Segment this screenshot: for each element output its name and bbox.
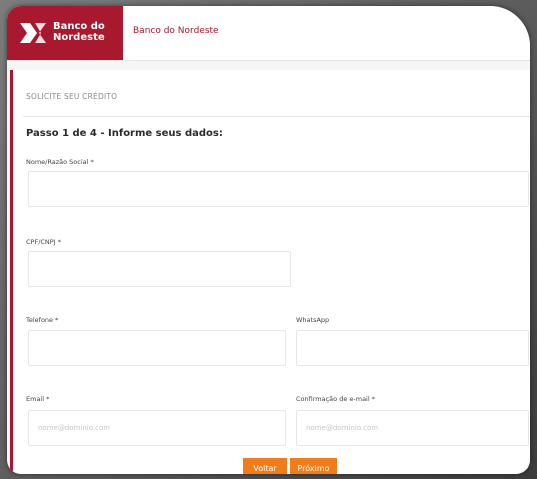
screen: Banco do Nordeste Banco do Nordeste SOLI…	[7, 6, 530, 474]
email-confirm-input[interactable]: nome@dominio.com	[296, 410, 529, 446]
step-title: Passo 1 de 4 - Informe seus dados:	[26, 128, 223, 139]
next-button[interactable]: Próximo	[290, 458, 337, 474]
logo-text: Banco do Nordeste	[53, 21, 105, 43]
logo-line-2: Nordeste	[53, 32, 105, 43]
device-frame: Banco do Nordeste Banco do Nordeste SOLI…	[0, 0, 537, 479]
email-confirm-placeholder: nome@dominio.com	[306, 424, 379, 432]
email-confirm-label: Confirmação de e-mail *	[296, 395, 375, 403]
back-button[interactable]: Voltar	[243, 458, 287, 474]
bank-logo-icon	[20, 23, 46, 43]
cpf-label: CPF/CNPJ *	[26, 238, 61, 246]
telefone-label: Telefone *	[26, 316, 59, 324]
section-divider	[23, 116, 530, 117]
nome-input[interactable]	[28, 171, 529, 207]
logo-line-1: Banco do	[53, 21, 105, 32]
header-bank-link[interactable]: Banco do Nordeste	[133, 26, 219, 36]
whatsapp-input[interactable]	[296, 330, 529, 366]
email-input[interactable]: nome@dominio.com	[28, 410, 286, 446]
form-panel: SOLICITE SEU CRÉDITO Passo 1 de 4 - Info…	[10, 70, 530, 474]
nome-label: Nome/Razão Social *	[26, 158, 94, 166]
email-label: Email *	[26, 395, 50, 403]
email-placeholder: nome@dominio.com	[38, 424, 111, 432]
cpf-input[interactable]	[28, 251, 291, 287]
whatsapp-label: WhatsApp	[296, 316, 330, 324]
top-bar: Banco do Nordeste Banco do Nordeste	[7, 6, 530, 61]
bank-logo[interactable]: Banco do Nordeste	[7, 6, 123, 60]
telefone-input[interactable]	[28, 330, 286, 366]
section-title: SOLICITE SEU CRÉDITO	[26, 92, 118, 101]
